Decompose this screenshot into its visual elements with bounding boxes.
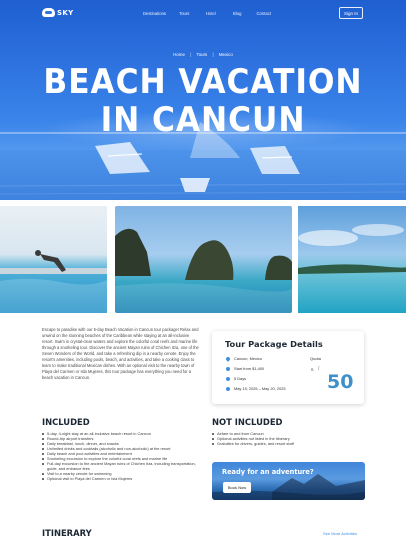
cta-title: Ready for an adventure? — [222, 468, 314, 476]
see-more-activities-link[interactable]: See More Activities — [323, 531, 357, 536]
gallery-photo-islands[interactable] — [115, 206, 292, 313]
breadcrumb-home[interactable]: Home — [173, 52, 185, 57]
quota-total: 50 — [327, 371, 354, 393]
package-title: Tour Package Details — [225, 339, 323, 349]
photo-gallery — [0, 206, 406, 313]
hero-banner: SKY Destinations Tours Hotel Blog Contac… — [0, 0, 406, 200]
nav-link-blog[interactable]: Blog — [224, 11, 251, 16]
page-title-line-2: IN CANCUN — [100, 100, 306, 140]
cloud-logo-icon — [42, 8, 55, 17]
itinerary-heading: ITINERARY — [42, 528, 92, 538]
package-price: Start from $1,400 — [226, 366, 264, 371]
list-item: Full-day excursion to the ancient Mayan … — [42, 461, 202, 471]
tour-description: Escape to paradise with our 5-day Beach … — [42, 327, 199, 380]
page-title-line-1: BEACH VACATION — [43, 62, 363, 102]
gallery-photo-lagoon[interactable] — [298, 206, 406, 313]
nav-link-hotel[interactable]: Hotel — [198, 11, 225, 16]
clock-icon — [226, 376, 230, 381]
page-title: BEACH VACATION IN CANCUN — [16, 63, 390, 139]
list-item: Optional visit to Playa del Carmen or Is… — [42, 476, 202, 481]
breadcrumb-separator: | — [190, 52, 192, 57]
pool-diver-image — [0, 250, 107, 313]
quota-label: Quota — [310, 356, 321, 361]
breadcrumb: Home | Tours | Mexico — [0, 52, 406, 57]
nav-link-destinations[interactable]: Destinations — [138, 11, 171, 16]
quota-taken: 6 — [311, 367, 314, 372]
adventure-cta-banner: Ready for an adventure? Book Now — [212, 462, 365, 500]
included-heading: INCLUDED — [42, 417, 90, 427]
book-now-button[interactable]: Book Now — [223, 482, 251, 493]
nav-link-contact[interactable]: Contact — [251, 11, 278, 16]
included-list: 5-day, 4-night stay at an all-inclusive … — [42, 431, 202, 481]
breadcrumb-current: Mexico — [218, 52, 233, 57]
brand-name: SKY — [57, 8, 74, 17]
brand-logo[interactable]: SKY — [42, 8, 73, 17]
package-duration-text: 5 Days — [234, 376, 247, 381]
package-dates-text: May 15, 2025 – May 20, 2025 — [234, 386, 286, 391]
package-dates: May 15, 2025 – May 20, 2025 — [226, 386, 285, 391]
location-pin-icon — [225, 355, 231, 362]
gallery-photo-pool[interactable] — [0, 206, 107, 313]
price-tag-icon — [226, 366, 230, 371]
top-navbar: SKY Destinations Tours Hotel Blog Contac… — [0, 0, 406, 28]
tour-package-card: Tour Package Details Cancun, Mexico Star… — [212, 331, 364, 404]
package-price-text: Start from $1,400 — [234, 366, 265, 371]
not-included-heading: NOT INCLUDED — [212, 417, 283, 427]
quota-separator: / — [318, 366, 320, 372]
breadcrumb-tours[interactable]: Tours — [197, 52, 208, 57]
lagoon-image — [298, 224, 406, 274]
limestone-islands-image — [115, 228, 292, 313]
package-duration: 5 Days — [226, 376, 246, 381]
nav-links: Destinations Tours Hotel Blog Contact — [138, 11, 277, 16]
sign-in-button[interactable]: Sign In — [339, 7, 363, 19]
calendar-icon — [226, 386, 230, 391]
not-included-list: Airfare to and from Cancun Optional acti… — [212, 431, 367, 446]
nav-link-tours[interactable]: Tours — [171, 11, 198, 16]
list-item: Gratuities for drivers, guides, and reso… — [212, 441, 367, 446]
package-location-text: Cancun, Mexico — [234, 356, 262, 361]
breadcrumb-separator: | — [212, 52, 214, 57]
package-location: Cancun, Mexico — [225, 355, 262, 362]
